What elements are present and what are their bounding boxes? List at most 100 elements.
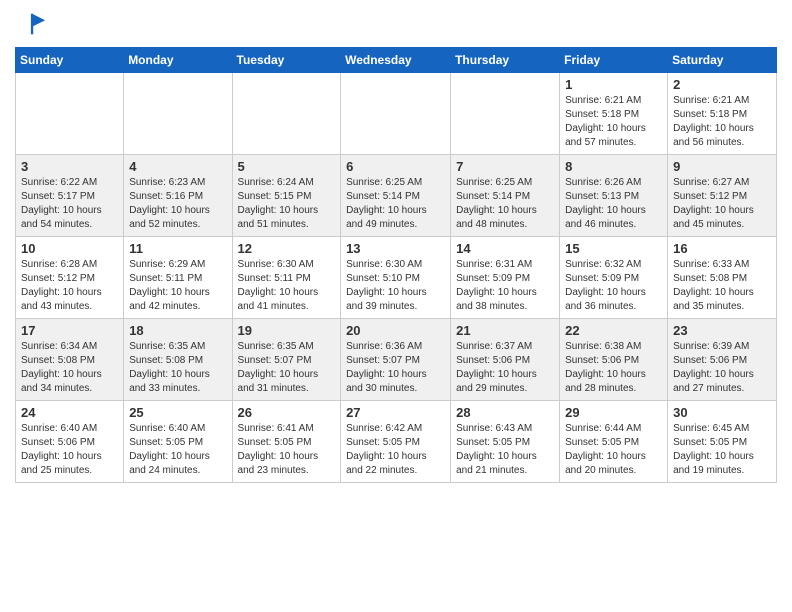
day-number: 10 — [21, 241, 118, 256]
calendar-day-header: Tuesday — [232, 47, 341, 72]
calendar-cell: 10 Sunrise: 6:28 AM Sunset: 5:12 PM Dayli… — [16, 236, 124, 318]
calendar-cell: 22 Sunrise: 6:38 AM Sunset: 5:06 PM Dayli… — [560, 318, 668, 400]
calendar-week-row: 3 Sunrise: 6:22 AM Sunset: 5:17 PM Daylig… — [16, 154, 777, 236]
day-number: 23 — [673, 323, 771, 338]
calendar-cell: 20Sunrise: 6:36 AM Sunset: 5:07 PM Dayli… — [341, 318, 451, 400]
calendar-cell: 18 Sunrise: 6:35 AM Sunset: 5:08 PM Dayli… — [124, 318, 232, 400]
day-number: 7 — [456, 159, 554, 174]
day-info: Sunrise: 6:41 AM Sunset: 5:05 PM Dayligh… — [238, 422, 336, 478]
calendar-cell: 3 Sunrise: 6:22 AM Sunset: 5:17 PM Daylig… — [16, 154, 124, 236]
logo — [15, 10, 47, 39]
calendar-cell: 17 Sunrise: 6:34 AM Sunset: 5:08 PM Dayli… — [16, 318, 124, 400]
day-number: 16 — [673, 241, 771, 256]
day-number: 14 — [456, 241, 554, 256]
day-number: 24 — [21, 405, 118, 420]
day-info: Sunrise: 6:38 AM Sunset: 5:06 PM Dayligh… — [565, 340, 662, 396]
day-info: Sunrise: 6:25 AM Sunset: 5:14 PM Dayligh… — [346, 176, 445, 232]
calendar-cell: 29 Sunrise: 6:44 AM Sunset: 5:05 PM Dayli… — [560, 400, 668, 482]
calendar-cell: 16 Sunrise: 6:33 AM Sunset: 5:08 PM Dayli… — [668, 236, 777, 318]
day-info: Sunrise: 6:25 AM Sunset: 5:14 PM Dayligh… — [456, 176, 554, 232]
calendar-day-header: Thursday — [451, 47, 560, 72]
calendar-cell: 19 Sunrise: 6:35 AM Sunset: 5:07 PM Dayli… — [232, 318, 341, 400]
calendar-cell: 30 Sunrise: 6:45 AM Sunset: 5:05 PM Dayli… — [668, 400, 777, 482]
day-info: Sunrise: 6:28 AM Sunset: 5:12 PM Dayligh… — [21, 258, 118, 314]
day-number: 11 — [129, 241, 226, 256]
calendar-cell: 25 Sunrise: 6:40 AM Sunset: 5:05 PM Dayli… — [124, 400, 232, 482]
day-info: Sunrise: 6:27 AM Sunset: 5:12 PM Dayligh… — [673, 176, 771, 232]
day-info: Sunrise: 6:34 AM Sunset: 5:08 PM Dayligh… — [21, 340, 118, 396]
page-container: SundayMondayTuesdayWednesdayThursdayFrid… — [0, 0, 792, 493]
calendar-cell: 7 Sunrise: 6:25 AM Sunset: 5:14 PM Daylig… — [451, 154, 560, 236]
day-number: 4 — [129, 159, 226, 174]
calendar-cell: 1 Sunrise: 6:21 AM Sunset: 5:18 PM Daylig… — [560, 72, 668, 154]
day-info: Sunrise: 6:35 AM Sunset: 5:08 PM Dayligh… — [129, 340, 226, 396]
page-header — [15, 10, 777, 39]
day-number: 27 — [346, 405, 445, 420]
calendar-day-header: Saturday — [668, 47, 777, 72]
day-number: 5 — [238, 159, 336, 174]
day-info: Sunrise: 6:31 AM Sunset: 5:09 PM Dayligh… — [456, 258, 554, 314]
calendar-week-row: 24 Sunrise: 6:40 AM Sunset: 5:06 PM Dayli… — [16, 400, 777, 482]
day-info: Sunrise: 6:33 AM Sunset: 5:08 PM Dayligh… — [673, 258, 771, 314]
day-number: 8 — [565, 159, 662, 174]
calendar-week-row: 10 Sunrise: 6:28 AM Sunset: 5:12 PM Dayli… — [16, 236, 777, 318]
day-number: 17 — [21, 323, 118, 338]
calendar-cell: 15 Sunrise: 6:32 AM Sunset: 5:09 PM Dayli… — [560, 236, 668, 318]
calendar-day-header: Friday — [560, 47, 668, 72]
day-number: 19 — [238, 323, 336, 338]
day-number: 22 — [565, 323, 662, 338]
day-number: 20 — [346, 323, 445, 338]
calendar-cell: 4 Sunrise: 6:23 AM Sunset: 5:16 PM Daylig… — [124, 154, 232, 236]
calendar-day-header: Monday — [124, 47, 232, 72]
calendar-cell: 13Sunrise: 6:30 AM Sunset: 5:10 PM Dayli… — [341, 236, 451, 318]
day-info: Sunrise: 6:23 AM Sunset: 5:16 PM Dayligh… — [129, 176, 226, 232]
day-info: Sunrise: 6:45 AM Sunset: 5:05 PM Dayligh… — [673, 422, 771, 478]
calendar-cell — [124, 72, 232, 154]
day-number: 15 — [565, 241, 662, 256]
calendar-cell: 14 Sunrise: 6:31 AM Sunset: 5:09 PM Dayli… — [451, 236, 560, 318]
day-number: 18 — [129, 323, 226, 338]
day-number: 12 — [238, 241, 336, 256]
day-info: Sunrise: 6:21 AM Sunset: 5:18 PM Dayligh… — [565, 94, 662, 150]
calendar-cell: 12 Sunrise: 6:30 AM Sunset: 5:11 PM Dayli… — [232, 236, 341, 318]
day-info: Sunrise: 6:21 AM Sunset: 5:18 PM Dayligh… — [673, 94, 771, 150]
day-number: 9 — [673, 159, 771, 174]
calendar-day-header: Wednesday — [341, 47, 451, 72]
day-info: Sunrise: 6:44 AM Sunset: 5:05 PM Dayligh… — [565, 422, 662, 478]
day-number: 26 — [238, 405, 336, 420]
day-info: Sunrise: 6:24 AM Sunset: 5:15 PM Dayligh… — [238, 176, 336, 232]
calendar-cell: 11 Sunrise: 6:29 AM Sunset: 5:11 PM Dayli… — [124, 236, 232, 318]
calendar-cell: 23Sunrise: 6:39 AM Sunset: 5:06 PM Dayli… — [668, 318, 777, 400]
day-info: Sunrise: 6:29 AM Sunset: 5:11 PM Dayligh… — [129, 258, 226, 314]
day-info: Sunrise: 6:37 AM Sunset: 5:06 PM Dayligh… — [456, 340, 554, 396]
calendar-cell: 5 Sunrise: 6:24 AM Sunset: 5:15 PM Daylig… — [232, 154, 341, 236]
calendar-cell — [451, 72, 560, 154]
logo-flag-icon — [19, 10, 47, 38]
calendar-cell: 26 Sunrise: 6:41 AM Sunset: 5:05 PM Dayli… — [232, 400, 341, 482]
day-info: Sunrise: 6:26 AM Sunset: 5:13 PM Dayligh… — [565, 176, 662, 232]
calendar-cell: 6Sunrise: 6:25 AM Sunset: 5:14 PM Daylig… — [341, 154, 451, 236]
day-info: Sunrise: 6:40 AM Sunset: 5:05 PM Dayligh… — [129, 422, 226, 478]
day-info: Sunrise: 6:43 AM Sunset: 5:05 PM Dayligh… — [456, 422, 554, 478]
calendar-week-row: 17 Sunrise: 6:34 AM Sunset: 5:08 PM Dayli… — [16, 318, 777, 400]
day-number: 3 — [21, 159, 118, 174]
day-number: 1 — [565, 77, 662, 92]
calendar-cell: 28Sunrise: 6:43 AM Sunset: 5:05 PM Dayli… — [451, 400, 560, 482]
day-info: Sunrise: 6:30 AM Sunset: 5:11 PM Dayligh… — [238, 258, 336, 314]
day-number: 21 — [456, 323, 554, 338]
calendar-cell: 27 Sunrise: 6:42 AM Sunset: 5:05 PM Dayli… — [341, 400, 451, 482]
calendar-week-row: 1 Sunrise: 6:21 AM Sunset: 5:18 PM Daylig… — [16, 72, 777, 154]
calendar-header-row: SundayMondayTuesdayWednesdayThursdayFrid… — [16, 47, 777, 72]
day-number: 13 — [346, 241, 445, 256]
day-info: Sunrise: 6:32 AM Sunset: 5:09 PM Dayligh… — [565, 258, 662, 314]
day-number: 29 — [565, 405, 662, 420]
day-info: Sunrise: 6:35 AM Sunset: 5:07 PM Dayligh… — [238, 340, 336, 396]
calendar-cell: 9 Sunrise: 6:27 AM Sunset: 5:12 PM Daylig… — [668, 154, 777, 236]
day-number: 25 — [129, 405, 226, 420]
day-info: Sunrise: 6:42 AM Sunset: 5:05 PM Dayligh… — [346, 422, 445, 478]
day-info: Sunrise: 6:40 AM Sunset: 5:06 PM Dayligh… — [21, 422, 118, 478]
day-number: 30 — [673, 405, 771, 420]
calendar-cell: 8 Sunrise: 6:26 AM Sunset: 5:13 PM Daylig… — [560, 154, 668, 236]
calendar-day-header: Sunday — [16, 47, 124, 72]
day-info: Sunrise: 6:22 AM Sunset: 5:17 PM Dayligh… — [21, 176, 118, 232]
